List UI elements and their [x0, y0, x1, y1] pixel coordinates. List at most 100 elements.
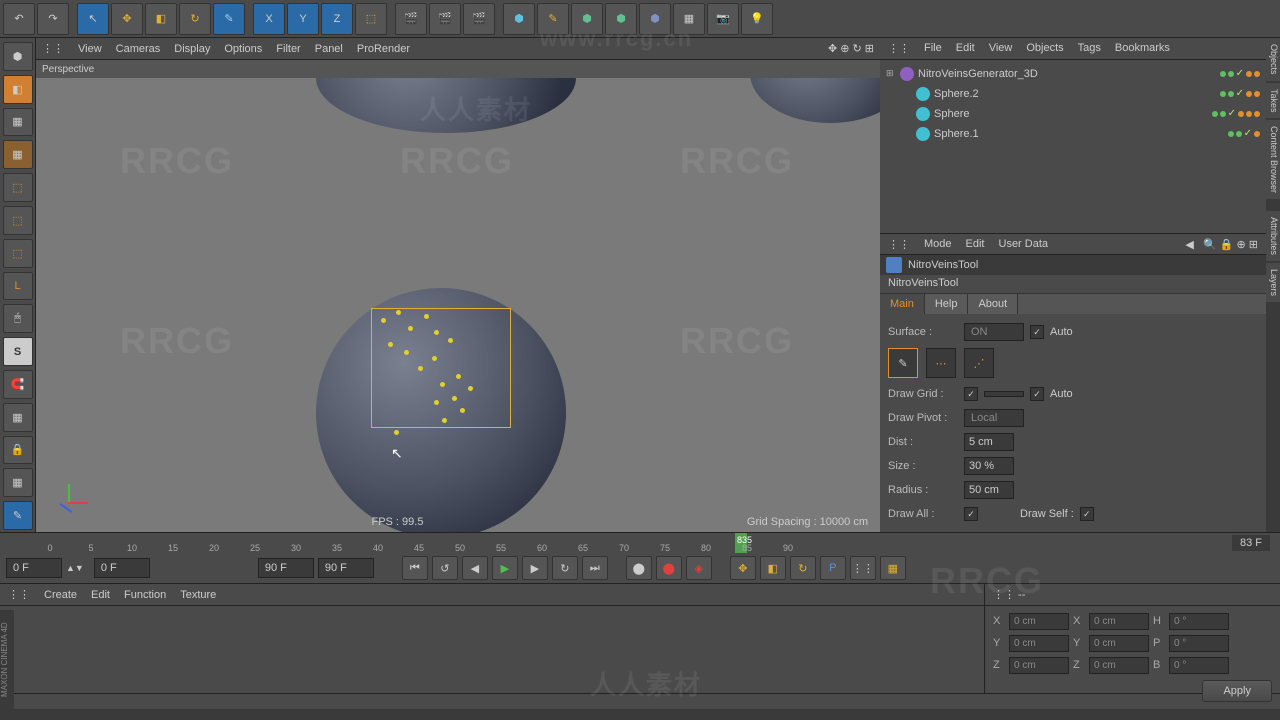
timeline-ruler[interactable]: 835 83 F 0510152025303540455055606570758… [0, 533, 1280, 553]
object-tree[interactable]: ⊞ NitroVeinsGenerator_3D ✓ Sphere.2 ✓ Sp… [880, 60, 1266, 233]
coord-system-button[interactable]: ⬚ [355, 3, 387, 35]
om-bookmarks[interactable]: Bookmarks [1115, 42, 1170, 54]
surface-auto-check[interactable]: ✓ [1030, 325, 1044, 339]
dist-input[interactable] [964, 433, 1014, 451]
viewport-nav-icons[interactable]: ✥ ⊕ ↻ ⊞ [828, 42, 874, 55]
end-frame-input[interactable] [318, 558, 374, 578]
render-view-button[interactable]: 🎬 [395, 3, 427, 35]
param-rec-button[interactable]: P [820, 556, 846, 580]
mode-thumb-2[interactable]: ⋯ [926, 348, 956, 378]
uvpoint-button[interactable]: 🖱 [3, 304, 33, 333]
pos-z-input[interactable] [1009, 657, 1069, 674]
goto-key-prev-button[interactable]: ↺ [432, 556, 458, 580]
am-userdata[interactable]: User Data [999, 238, 1049, 250]
pla-button[interactable]: ⋮⋮ [850, 556, 876, 580]
z-axis-button[interactable]: Z [321, 3, 353, 35]
rot-h-input[interactable] [1169, 613, 1229, 630]
autokey-button[interactable]: ⬤ [656, 556, 682, 580]
rot-p-input[interactable] [1169, 635, 1229, 652]
radius-input[interactable] [964, 481, 1014, 499]
loop-end-input[interactable] [258, 558, 314, 578]
x-axis-button[interactable]: X [253, 3, 285, 35]
tree-row[interactable]: Sphere.2 ✓ [880, 84, 1266, 104]
scale-rec-button[interactable]: ◧ [760, 556, 786, 580]
floor-button[interactable]: ▦ [673, 3, 705, 35]
deformer-button[interactable]: ⬢ [605, 3, 637, 35]
drawgrid-auto-check[interactable]: ✓ [1030, 387, 1044, 401]
prev-frame-button[interactable]: ◀ [462, 556, 488, 580]
goto-start-button[interactable]: ⏮ [402, 556, 428, 580]
attr-nav-icons[interactable]: ◀ 🔍 🔒 ⊕ ⊞ [1185, 238, 1258, 251]
tab-layers[interactable]: Layers [1266, 263, 1280, 302]
panel-menu[interactable]: Panel [315, 43, 343, 55]
locked-workplane-button[interactable]: 🔒 [3, 436, 33, 465]
uvpoly-button[interactable]: S [3, 337, 33, 366]
edge-mode-button[interactable]: ⬚ [3, 239, 33, 268]
mat-create[interactable]: Create [44, 589, 77, 601]
cameras-menu[interactable]: Cameras [116, 43, 161, 55]
options-menu[interactable]: Options [224, 43, 262, 55]
am-edit[interactable]: Edit [966, 238, 985, 250]
play-button[interactable]: ▶ [492, 556, 518, 580]
view-menu[interactable]: View [78, 43, 102, 55]
drawself-check[interactable]: ✓ [1080, 507, 1094, 521]
timeline-button[interactable]: ▦ [880, 556, 906, 580]
workplane-button[interactable]: ▦ [3, 140, 33, 169]
pos-x-input[interactable] [1009, 613, 1069, 630]
goto-end-button[interactable]: ⏭ [582, 556, 608, 580]
drawall-check[interactable]: ✓ [964, 507, 978, 521]
expand-icon[interactable]: ⊞ [886, 68, 896, 79]
planar-workplane-button[interactable]: ▦ [3, 468, 33, 497]
filter-menu[interactable]: Filter [276, 43, 300, 55]
loop-start-input[interactable] [94, 558, 150, 578]
rot-rec-button[interactable]: ↻ [790, 556, 816, 580]
pos-button[interactable]: ✥ [730, 556, 756, 580]
tree-row[interactable]: Sphere ✓ [880, 104, 1266, 124]
start-frame-input[interactable] [6, 558, 62, 578]
goto-key-next-button[interactable]: ↻ [552, 556, 578, 580]
tree-row[interactable]: ⊞ NitroVeinsGenerator_3D ✓ [880, 64, 1266, 84]
om-objects[interactable]: Objects [1026, 42, 1063, 54]
texture-mode-button[interactable]: ▦ [3, 108, 33, 137]
am-mode[interactable]: Mode [924, 238, 952, 250]
object-name[interactable]: Sphere.2 [934, 88, 1216, 100]
undo-button[interactable]: ↶ [3, 3, 35, 35]
drawgrid-check[interactable]: ✓ [964, 387, 978, 401]
pos-y-input[interactable] [1009, 635, 1069, 652]
mat-edit[interactable]: Edit [91, 589, 110, 601]
render-button[interactable]: 🎬 [429, 3, 461, 35]
nitro-tool-button[interactable]: ✎ [3, 501, 33, 530]
custom-tool[interactable]: ✎ [213, 3, 245, 35]
object-mode-button[interactable]: ⬚ [3, 173, 33, 202]
drawgrid-select[interactable] [984, 391, 1024, 397]
move-tool[interactable]: ✥ [111, 3, 143, 35]
keyframe-sel-button[interactable]: ◈ [686, 556, 712, 580]
camera-button[interactable]: 📷 [707, 3, 739, 35]
generator-button[interactable]: ⬢ [571, 3, 603, 35]
om-edit[interactable]: Edit [956, 42, 975, 54]
mode-thumb-3[interactable]: ⋰ [964, 348, 994, 378]
tab-objects[interactable]: Objects [1266, 38, 1280, 81]
tab-about[interactable]: About [968, 294, 1018, 314]
tab-takes[interactable]: Takes [1266, 83, 1280, 119]
object-name[interactable]: Sphere [934, 108, 1208, 120]
rot-b-input[interactable] [1169, 657, 1229, 674]
mat-texture[interactable]: Texture [180, 589, 216, 601]
size-input[interactable] [964, 457, 1014, 475]
om-file[interactable]: File [924, 42, 942, 54]
rotate-tool[interactable]: ↻ [179, 3, 211, 35]
tab-main[interactable]: Main [880, 294, 925, 314]
pen-primitive-button[interactable]: ✎ [537, 3, 569, 35]
display-menu[interactable]: Display [174, 43, 210, 55]
model-mode-button[interactable]: ◧ [3, 75, 33, 104]
snap-button[interactable]: 🧲 [3, 370, 33, 399]
cube-primitive-button[interactable]: ⬢ [503, 3, 535, 35]
tree-row[interactable]: Sphere.1 ✓ [880, 124, 1266, 144]
object-name[interactable]: Sphere.1 [934, 128, 1224, 140]
render-settings-button[interactable]: 🎬 [463, 3, 495, 35]
prorender-menu[interactable]: ProRender [357, 43, 410, 55]
size-z-input[interactable] [1089, 657, 1149, 674]
record-button[interactable]: ⬤ [626, 556, 652, 580]
light-button[interactable]: 💡 [741, 3, 773, 35]
next-frame-button[interactable]: ▶ [522, 556, 548, 580]
